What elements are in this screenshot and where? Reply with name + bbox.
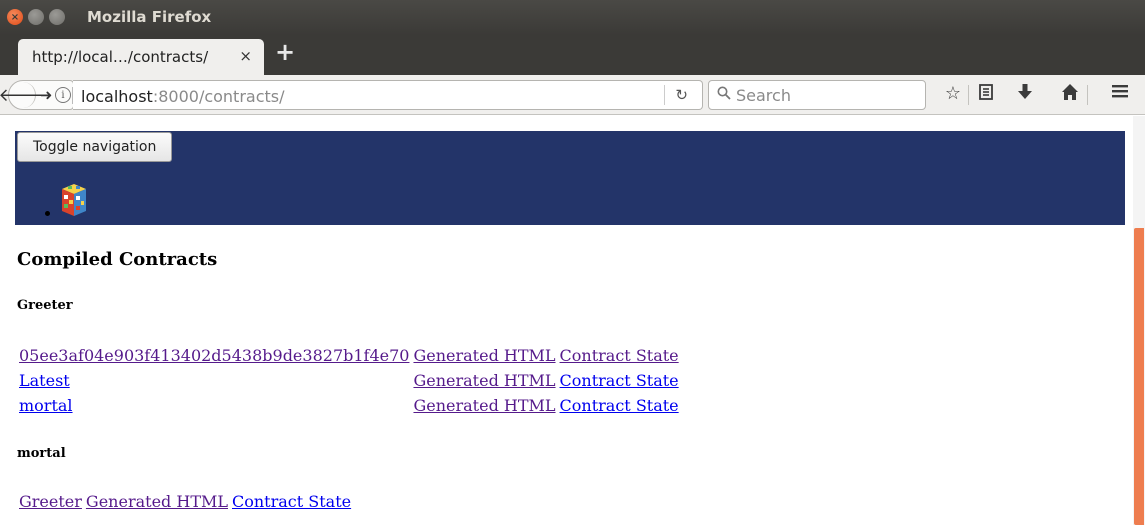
contract-state-link[interactable]: Contract State [560, 371, 679, 390]
navigation-toolbar: 🡐 ➜ localhost:8000/contracts/ ↻ i Search… [0, 75, 1145, 115]
contract-id-link[interactable]: 05ee3af04e903f413402d5438b9de3827b1f4e70 [19, 346, 409, 365]
url-text[interactable]: localhost:8000/contracts/ [81, 87, 285, 106]
menu-hamburger-icon[interactable] [1109, 83, 1131, 104]
url-divider [72, 87, 73, 104]
search-bar[interactable]: Search [708, 80, 926, 110]
close-icon: × [10, 11, 20, 23]
contract-id-link[interactable]: Latest [19, 371, 70, 390]
window-maximize-button[interactable] [49, 9, 65, 25]
table-row: Greeter Generated HTML Contract State [18, 489, 352, 514]
page-scrollbar[interactable] [1133, 116, 1145, 525]
url-host: localhost [81, 87, 153, 106]
table-row: Latest Generated HTML Contract State [18, 368, 680, 393]
group-heading-mortal: mortal [17, 446, 66, 461]
site-navbar: Toggle navigation [15, 131, 1125, 225]
home-icon[interactable] [1059, 83, 1081, 106]
table-row: 05ee3af04e903f413402d5438b9de3827b1f4e70… [18, 343, 680, 368]
search-placeholder: Search [736, 85, 791, 105]
generated-html-link[interactable]: Generated HTML [413, 396, 555, 415]
toolbar-divider [1087, 85, 1088, 105]
site-logo-icon[interactable] [58, 183, 90, 217]
back-button[interactable]: 🡐 [0, 82, 47, 108]
url-path: :8000/contracts/ [152, 87, 285, 106]
url-bar[interactable]: localhost:8000/contracts/ ↻ [72, 80, 703, 110]
bookmark-star-icon[interactable]: ☆ [942, 83, 964, 104]
url-reload-divider [664, 85, 665, 105]
generated-html-link[interactable]: Generated HTML [413, 371, 555, 390]
window-minimize-button[interactable] [28, 9, 44, 25]
window-close-button[interactable]: × [7, 9, 23, 25]
generated-html-link[interactable]: Generated HTML [413, 346, 555, 365]
toggle-navigation-button[interactable]: Toggle navigation [17, 132, 173, 162]
contract-state-link[interactable]: Contract State [560, 396, 679, 415]
group-heading-greeter: Greeter [17, 298, 73, 313]
forward-button[interactable]: ➜ [37, 82, 55, 108]
tab-close-icon[interactable]: × [239, 47, 252, 65]
tab-label: http://local…/contracts/ [32, 48, 209, 66]
toolbar-divider [968, 85, 969, 105]
page-content: Toggle navigation Compiled Contracts Gre… [0, 116, 1133, 525]
window-title: Mozilla Firefox [87, 8, 212, 26]
reading-list-icon[interactable] [975, 83, 997, 106]
search-icon [717, 86, 731, 104]
tab-contracts[interactable]: http://local…/contracts/ × [18, 39, 264, 75]
contract-id-link[interactable]: Greeter [19, 492, 82, 511]
table-row: mortal Generated HTML Contract State [18, 393, 680, 418]
greeter-contracts-table: 05ee3af04e903f413402d5438b9de3827b1f4e70… [16, 343, 682, 418]
arrow-right-icon: ➜ [39, 86, 53, 104]
scrollbar-thumb[interactable] [1134, 228, 1144, 525]
info-icon[interactable]: i [55, 87, 71, 103]
page-heading: Compiled Contracts [17, 249, 218, 270]
window-titlebar: × Mozilla Firefox [0, 0, 1145, 35]
contract-state-link[interactable]: Contract State [232, 492, 351, 511]
contract-state-link[interactable]: Contract State [560, 346, 679, 365]
new-tab-button[interactable]: + [275, 40, 295, 64]
mortal-contracts-table: Greeter Generated HTML Contract State [16, 489, 354, 514]
generated-html-link[interactable]: Generated HTML [86, 492, 228, 511]
download-icon[interactable] [1014, 83, 1036, 106]
contract-id-link[interactable]: mortal [19, 396, 73, 415]
list-bullet [45, 211, 50, 216]
tab-bar: http://local…/contracts/ × [0, 35, 1145, 75]
reload-icon[interactable]: ↻ [675, 86, 688, 104]
